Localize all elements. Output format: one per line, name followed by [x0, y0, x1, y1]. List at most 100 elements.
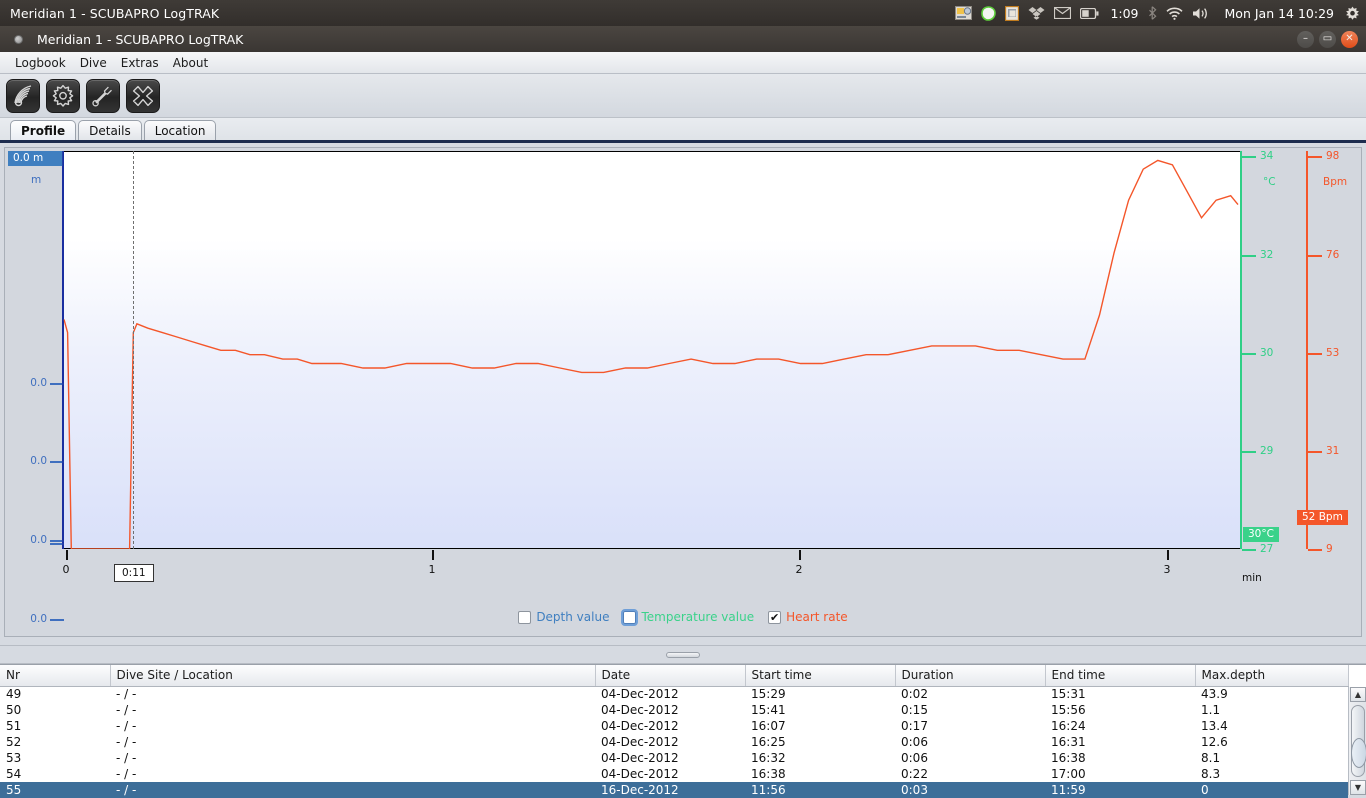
system-tray: 1:09 Mon Jan 14 10:29	[955, 0, 1366, 26]
battery-icon[interactable]	[1080, 7, 1099, 19]
cell-end-time: 15:56	[1051, 702, 1086, 717]
tools-wrench-icon[interactable]	[86, 78, 120, 113]
column-header-duration[interactable]: Duration	[895, 665, 1046, 687]
depth-tick-label: 0.0	[30, 455, 47, 467]
cell-max-depth: 43.9	[1201, 686, 1228, 701]
heart-rate-tick-label: 31	[1326, 445, 1340, 457]
cell-nr: 53	[6, 750, 22, 765]
cell-start-time: 16:25	[751, 734, 786, 749]
cell-nr: 52	[6, 734, 22, 749]
scroll-down-arrow[interactable]: ▼	[1350, 780, 1366, 795]
wifi-icon[interactable]	[1165, 7, 1183, 20]
table-row[interactable]: 52 - / - 04-Dec-2012 16:25 0:06 16:31 12.6	[0, 734, 1348, 750]
legend-item-temperature-value[interactable]: Temperature value	[621, 608, 754, 626]
pane-splitter[interactable]	[0, 645, 1366, 664]
splitter-grip[interactable]	[666, 651, 700, 658]
temperature-value-checkbox[interactable]	[621, 608, 639, 626]
x-axis-unit-label: min	[1242, 572, 1262, 584]
x-tick	[432, 550, 434, 560]
minimize-button[interactable]: –	[1297, 30, 1314, 48]
notes-icon[interactable]	[981, 5, 997, 21]
profile-pane: 0.0 0.0 0.0 0.0 m 0.0 m 34 32 30 29 27 °…	[0, 140, 1366, 645]
dropbox-icon[interactable]	[1028, 6, 1045, 21]
menu-item-logbook[interactable]: Logbook	[8, 54, 73, 72]
battery-time-label: 1:09	[1110, 5, 1139, 21]
maximize-button[interactable]: ▭	[1319, 30, 1336, 48]
cell-date: 16-Dec-2012	[595, 781, 745, 798]
mail-icon[interactable]	[1054, 7, 1072, 19]
cell-nr: 51	[6, 718, 22, 733]
cell-duration: 0:15	[901, 702, 928, 717]
x-tick-label: 1	[428, 563, 436, 576]
column-header-date[interactable]: Date	[595, 665, 746, 687]
legend-item-depth-value[interactable]: Depth value	[518, 610, 609, 624]
heart-rate-tick-label: 53	[1326, 347, 1340, 359]
temperature-tick-label: 30	[1260, 347, 1274, 359]
tab-strip: Profile Details Location	[0, 118, 1366, 140]
cell-date: 04-Dec-2012	[601, 686, 679, 701]
menu-item-dive[interactable]: Dive	[73, 54, 114, 72]
bluetooth-icon[interactable]	[1148, 6, 1157, 20]
menu-item-about[interactable]: About	[166, 54, 215, 72]
system-gear-icon[interactable]	[1345, 6, 1360, 21]
menu-item-extras[interactable]: Extras	[114, 54, 166, 72]
heart-rate-tick-label: 76	[1326, 249, 1340, 261]
close-button[interactable]: ✕	[1341, 30, 1358, 48]
heart-rate-checkbox[interactable]: ✔	[768, 610, 782, 624]
temperature-tick	[1242, 255, 1256, 257]
x-tick	[66, 550, 68, 560]
heart-rate-tick	[1308, 353, 1322, 355]
cell-date: 04-Dec-2012	[601, 702, 679, 717]
chart-legend: Depth value Temperature value ✔ Heart ra…	[5, 608, 1361, 626]
close-x-icon[interactable]	[126, 78, 160, 113]
tab-profile[interactable]: Profile	[10, 120, 77, 140]
table-row[interactable]: 51 - / - 04-Dec-2012 16:07 0:17 16:24 13.4	[0, 718, 1348, 734]
cell-nr: 50	[6, 702, 22, 717]
tab-details[interactable]: Details	[78, 120, 142, 140]
x-tick	[799, 550, 801, 560]
tab-location[interactable]: Location	[143, 120, 217, 140]
window-menu-icon[interactable]	[14, 34, 23, 44]
table-vertical-scrollbar[interactable]: ▲ ▼	[1348, 687, 1366, 795]
column-header-nr[interactable]: Nr	[0, 665, 111, 687]
heart-rate-axis-line	[1306, 151, 1308, 549]
x-axis: 0 1 2 3 min	[5, 550, 1361, 590]
temperature-unit-label: °C	[1263, 176, 1276, 188]
depth-tick-label: 0.0	[30, 377, 47, 389]
x-tick-label: 2	[795, 563, 803, 576]
window-title: Meridian 1 - SCUBAPRO LogTRAK	[37, 31, 244, 47]
volume-icon[interactable]	[1192, 7, 1210, 20]
cell-max-depth: 0	[1195, 781, 1348, 798]
clock-label[interactable]: Mon Jan 14 10:29	[1225, 6, 1334, 21]
heart-rate-tick	[1308, 156, 1322, 158]
cell-date: 04-Dec-2012	[601, 718, 679, 733]
column-header-start-time[interactable]: Start time	[745, 665, 896, 687]
ir-transfer-icon[interactable]	[6, 78, 40, 113]
clipboard-icon[interactable]	[1005, 5, 1020, 21]
dive-list-table[interactable]: Nr Dive Site / Location Date Start time …	[0, 664, 1366, 798]
cell-max-depth: 8.1	[1201, 750, 1221, 765]
screenshot-icon[interactable]	[955, 6, 973, 20]
column-header-end-time[interactable]: End time	[1045, 665, 1196, 687]
os-top-panel: Meridian 1 - SCUBAPRO LogTRAK 1:09 Mon J…	[0, 0, 1366, 26]
cell-start-time: 15:29	[751, 686, 786, 701]
column-header-max-depth[interactable]: Max.depth	[1195, 665, 1349, 687]
heart-rate-tick	[1308, 255, 1322, 257]
depth-value-badge: 0.0 m	[8, 151, 63, 166]
settings-gear-icon[interactable]	[46, 78, 80, 113]
column-header-dive-site[interactable]: Dive Site / Location	[110, 665, 596, 687]
scrollbar-thumb[interactable]	[1351, 705, 1366, 777]
table-row[interactable]: 53 - / - 04-Dec-2012 16:32 0:06 16:38 8.1	[0, 750, 1348, 766]
depth-value-checkbox[interactable]	[518, 610, 532, 624]
scroll-up-arrow[interactable]: ▲	[1350, 687, 1366, 702]
table-row[interactable]: 55- / -16-Dec-2012 11:56 0:03 11:59 0	[0, 781, 1348, 798]
table-row[interactable]: 49 - / - 04-Dec-2012 15:29 0:02 15:31 43.9	[0, 686, 1348, 702]
cell-dive-site: - / -	[110, 781, 595, 798]
temperature-tick	[1242, 451, 1256, 453]
legend-item-heart-rate[interactable]: ✔ Heart rate	[768, 610, 848, 624]
time-cursor-line[interactable]	[133, 151, 134, 549]
temperature-tick-label: 32	[1260, 249, 1274, 261]
table-row[interactable]: 50 - / - 04-Dec-2012 15:41 0:15 15:56 1.1	[0, 702, 1348, 718]
dive-profile-chart[interactable]: 0.0 0.0 0.0 0.0 m 0.0 m 34 32 30 29 27 °…	[4, 147, 1362, 637]
os-panel-title: Meridian 1 - SCUBAPRO LogTRAK	[10, 5, 220, 21]
